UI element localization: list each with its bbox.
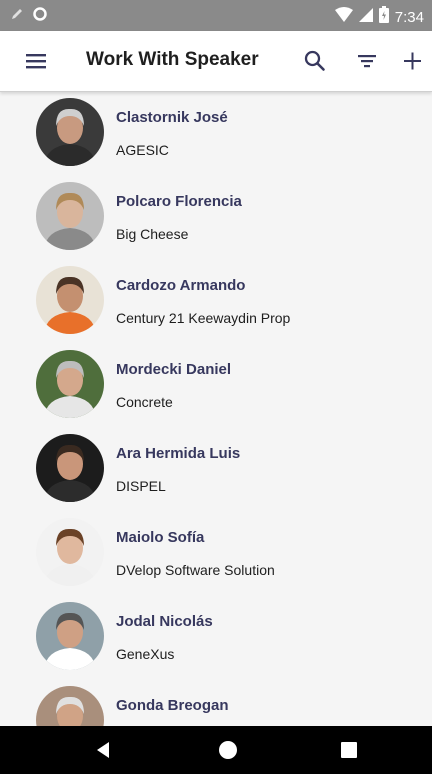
add-icon[interactable]: [400, 48, 426, 74]
status-bar-left: [10, 6, 48, 27]
list-item[interactable]: Mordecki Daniel Concrete: [0, 344, 432, 428]
status-time: 7:34: [394, 8, 424, 26]
avatar: [36, 266, 104, 334]
speaker-list[interactable]: Clastornik José AGESIC Polcaro Florencia…: [0, 92, 432, 726]
avatar: [36, 686, 104, 726]
battery-icon: [378, 6, 389, 28]
list-item[interactable]: Cardozo Armando Century 21 Keewaydin Pro…: [0, 260, 432, 344]
avatar: [36, 602, 104, 670]
speaker-company: DISPEL: [116, 478, 166, 494]
app-bar: Work With Speaker: [0, 31, 432, 92]
list-item[interactable]: Polcaro Florencia Big Cheese: [0, 176, 432, 260]
list-item[interactable]: Ara Hermida Luis DISPEL: [0, 428, 432, 512]
speaker-name: Jodal Nicolás: [116, 613, 213, 630]
pencil-icon: [10, 7, 24, 26]
avatar: [36, 350, 104, 418]
speaker-name: Clastornik José: [116, 109, 228, 126]
speaker-name: Maiolo Sofía: [116, 529, 205, 546]
page-title: Work With Speaker: [86, 49, 259, 70]
recents-icon[interactable]: [337, 738, 361, 762]
speaker-company: AGESIC: [116, 142, 169, 158]
status-bar-right: 7:34: [334, 6, 424, 28]
speaker-company: GeneXus: [116, 646, 175, 662]
speaker-name: Polcaro Florencia: [116, 193, 242, 210]
cell-signal-icon: [358, 7, 373, 28]
list-item[interactable]: Clastornik José AGESIC: [0, 92, 432, 176]
navigation-bar: [0, 726, 432, 774]
list-item[interactable]: Jodal Nicolás GeneXus: [0, 596, 432, 680]
wifi-icon: [334, 6, 353, 28]
speaker-company: Big Cheese: [116, 226, 189, 242]
filter-icon[interactable]: [354, 48, 380, 74]
speaker-name: Gonda Breogan: [116, 697, 229, 714]
speaker-name: Ara Hermida Luis: [116, 445, 241, 462]
list-item[interactable]: Gonda Breogan: [0, 680, 432, 726]
speaker-company: Concrete: [116, 394, 173, 410]
list-item[interactable]: Maiolo Sofía DVelop Software Solution: [0, 512, 432, 596]
avatar: [36, 434, 104, 502]
search-icon[interactable]: [302, 48, 328, 74]
avatar: [36, 98, 104, 166]
speaker-company: DVelop Software Solution: [116, 562, 275, 578]
speaker-name: Cardozo Armando: [116, 277, 246, 294]
status-bar: 7:34: [0, 0, 432, 31]
circle-notification-icon: [32, 6, 48, 27]
menu-icon[interactable]: [24, 50, 48, 72]
back-icon[interactable]: [92, 738, 116, 762]
avatar: [36, 518, 104, 586]
speaker-name: Mordecki Daniel: [116, 361, 232, 378]
avatar: [36, 182, 104, 250]
speaker-company: Century 21 Keewaydin Prop: [116, 310, 291, 326]
home-icon[interactable]: [216, 738, 240, 762]
